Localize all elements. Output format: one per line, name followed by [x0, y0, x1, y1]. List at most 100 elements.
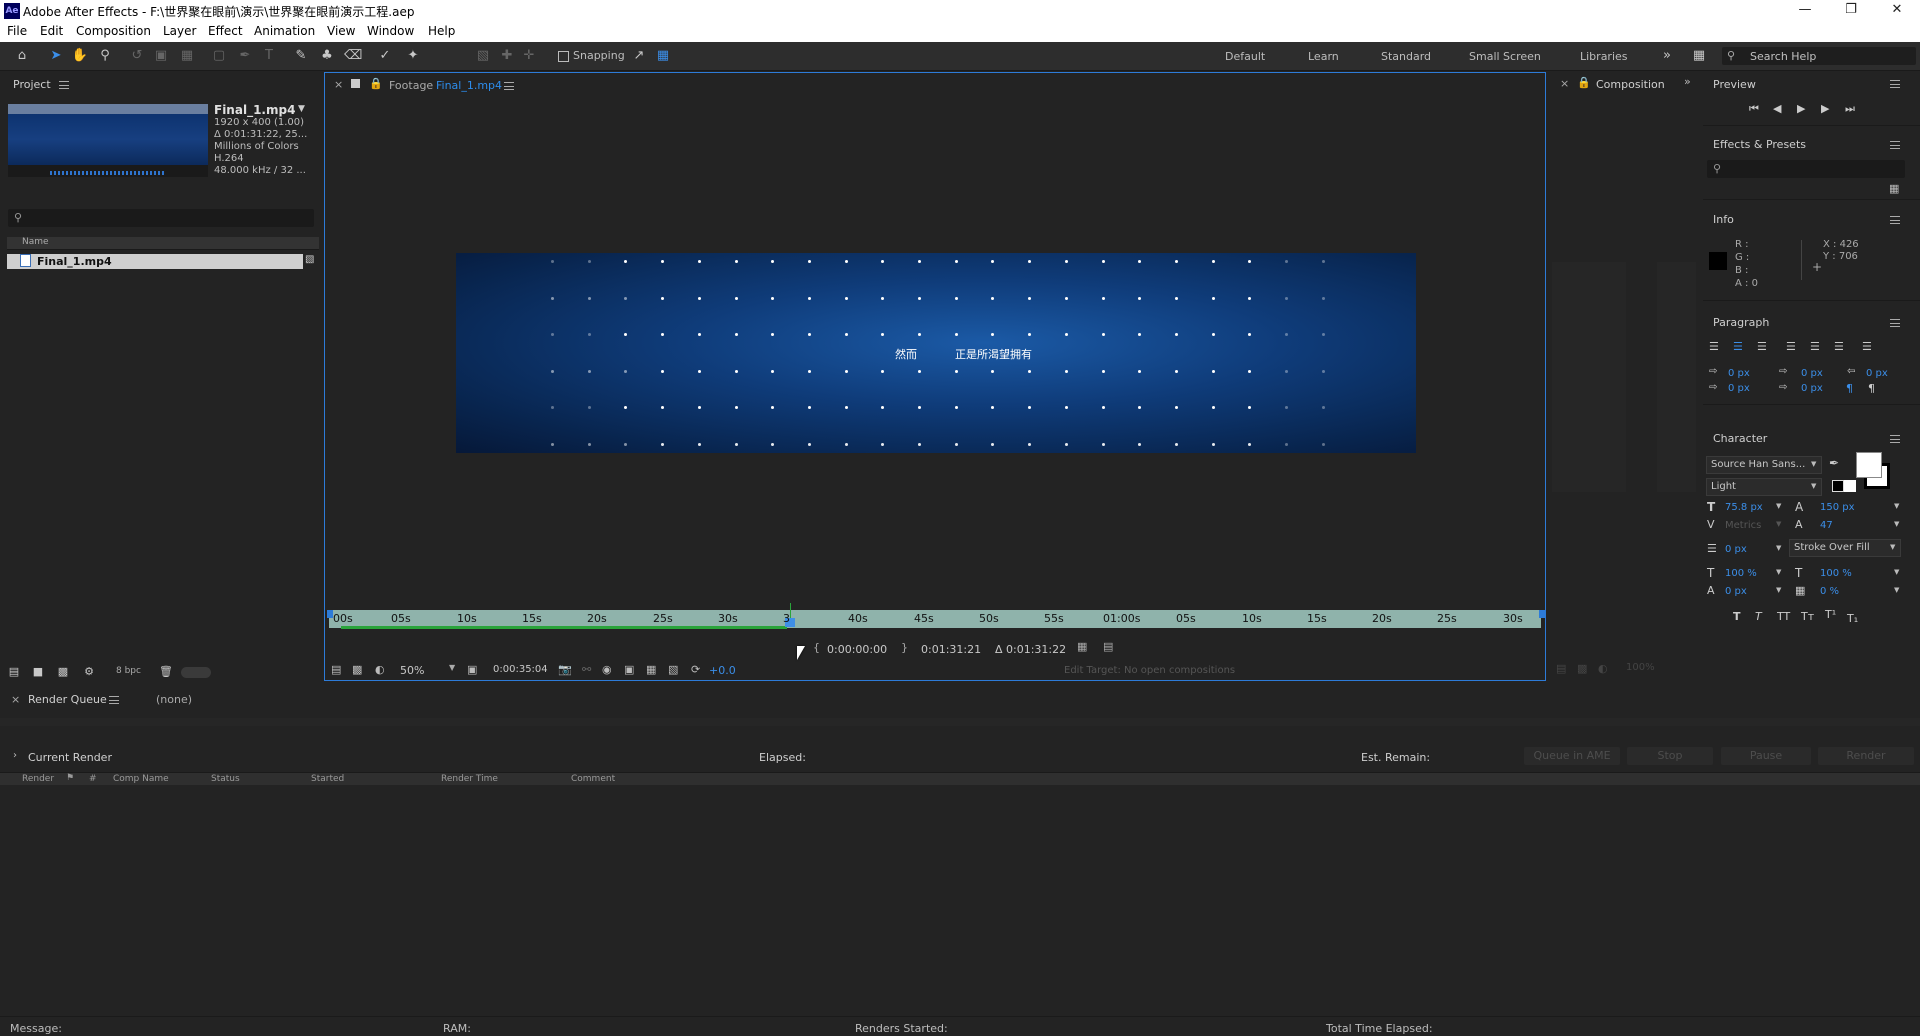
- faux-bold-icon[interactable]: T: [1733, 610, 1741, 623]
- last-frame-icon[interactable]: ⏭: [1845, 102, 1855, 116]
- col-started[interactable]: Started: [311, 774, 344, 784]
- info-menu-icon[interactable]: [1890, 216, 1900, 224]
- chevron-down-icon[interactable]: ▼: [1894, 502, 1899, 510]
- brush-tool-icon[interactable]: ✎: [292, 47, 310, 65]
- chevron-down-icon[interactable]: ▼: [1894, 568, 1899, 576]
- puppet-tool-icon[interactable]: ✦: [404, 47, 422, 65]
- pen-tool-icon[interactable]: ✒: [236, 47, 254, 65]
- footage-menu-icon[interactable]: [504, 82, 514, 90]
- home-icon[interactable]: ⌂: [13, 47, 31, 65]
- menu-layer[interactable]: Layer: [163, 24, 196, 38]
- world-axis-icon[interactable]: ✚: [498, 47, 516, 65]
- chevron-down-icon[interactable]: ▼: [1776, 544, 1781, 552]
- col-status[interactable]: Status: [211, 774, 240, 784]
- chevron-down-icon[interactable]: ▼: [1776, 568, 1781, 576]
- menu-composition[interactable]: Composition: [76, 24, 151, 38]
- new-preset-icon[interactable]: ▦: [1889, 182, 1899, 195]
- chevron-down-icon[interactable]: ▼: [1776, 586, 1781, 594]
- ltr-direction-icon[interactable]: ¶: [1846, 382, 1853, 395]
- new-folder-icon[interactable]: ■: [29, 663, 47, 681]
- project-search-input[interactable]: ⚲: [8, 209, 314, 227]
- close-tab-icon[interactable]: ×: [1560, 77, 1569, 90]
- fill-color-swatch[interactable]: [1856, 452, 1882, 478]
- pause-button[interactable]: Pause: [1721, 747, 1811, 765]
- rtl-direction-icon[interactable]: ¶: [1868, 382, 1875, 395]
- paragraph-menu-icon[interactable]: [1890, 319, 1900, 327]
- column-name-label[interactable]: Name: [22, 237, 49, 247]
- project-tab-label[interactable]: Project: [13, 78, 51, 91]
- flowchart-icon[interactable]: ▧: [305, 254, 314, 265]
- leading-value[interactable]: 150 px: [1820, 502, 1855, 513]
- vertical-scale-value[interactable]: 100 %: [1725, 568, 1757, 579]
- monitor-icon[interactable]: ▩: [1577, 662, 1587, 675]
- col-comment[interactable]: Comment: [571, 774, 615, 784]
- roto-brush-tool-icon[interactable]: ✓: [376, 47, 394, 65]
- first-line-indent-value[interactable]: 0 px: [1728, 383, 1750, 394]
- reset-exposure-icon[interactable]: ⟳: [691, 663, 700, 676]
- superscript-icon[interactable]: T¹: [1825, 608, 1836, 621]
- minimize-icon[interactable]: —: [1782, 0, 1828, 22]
- render-queue-menu-icon[interactable]: [109, 696, 119, 704]
- search-help-field[interactable]: ⚲ Search Help: [1722, 47, 1916, 65]
- monitor-icon[interactable]: ▩: [352, 663, 362, 676]
- small-caps-icon[interactable]: Tт: [1801, 610, 1814, 623]
- workspace-small-screen[interactable]: Small Screen: [1469, 50, 1541, 63]
- baseline-shift-value[interactable]: 0 px: [1725, 586, 1747, 597]
- font-style-select[interactable]: Light ▼: [1706, 478, 1822, 496]
- exposure-value[interactable]: +0.0: [709, 664, 736, 677]
- always-preview-icon[interactable]: ▤: [331, 663, 341, 676]
- stroke-mode-select[interactable]: Stroke Over Fill ▼: [1789, 539, 1901, 557]
- black-swatch[interactable]: [1832, 480, 1844, 492]
- effects-menu-icon[interactable]: [1890, 141, 1900, 149]
- item-dropdown-icon[interactable]: ▼: [298, 104, 305, 114]
- current-time-display[interactable]: 0:00:35:04: [493, 664, 548, 675]
- camera-tool-icon[interactable]: ▣: [152, 47, 170, 65]
- stroke-width-value[interactable]: 0 px: [1725, 544, 1747, 555]
- bit-depth-label[interactable]: 8 bpc: [116, 666, 141, 676]
- justify-center-icon[interactable]: ☰: [1810, 340, 1820, 353]
- tracking-value[interactable]: 47: [1820, 520, 1833, 531]
- mask-visibility-icon[interactable]: ◐: [375, 663, 385, 676]
- col-render-time[interactable]: Render Time: [441, 774, 498, 784]
- interpret-footage-icon[interactable]: ▤: [5, 663, 23, 681]
- hand-tool-icon[interactable]: ✋: [71, 47, 89, 65]
- view-axis-icon[interactable]: ✛: [520, 47, 538, 65]
- workspace-libraries[interactable]: Libraries: [1580, 50, 1628, 63]
- align-right-icon[interactable]: ☰: [1757, 340, 1767, 353]
- pan-behind-tool-icon[interactable]: ▦: [178, 47, 196, 65]
- lock-icon[interactable]: 🔒: [369, 77, 383, 90]
- set-out-point-icon[interactable]: }: [901, 641, 908, 654]
- effects-search-input[interactable]: ⚲: [1707, 160, 1905, 178]
- first-frame-icon[interactable]: ⏮: [1749, 102, 1759, 116]
- character-menu-icon[interactable]: [1890, 435, 1900, 443]
- ripple-insert-edit-icon[interactable]: ▦: [1077, 640, 1087, 653]
- chevron-down-icon[interactable]: ▼: [1776, 520, 1781, 528]
- menu-edit[interactable]: Edit: [40, 24, 63, 38]
- render-button[interactable]: Render: [1818, 747, 1914, 765]
- project-file-row[interactable]: Final_1.mp4: [7, 254, 303, 269]
- project-settings-icon[interactable]: ⚙: [80, 663, 98, 681]
- eyedropper-icon[interactable]: ✒: [1829, 456, 1839, 470]
- trash-icon[interactable]: 🗑: [157, 663, 175, 681]
- col-number[interactable]: #: [89, 774, 97, 784]
- close-tab-icon[interactable]: ×: [334, 78, 343, 91]
- transparency-grid-icon[interactable]: ▦: [646, 663, 656, 676]
- none-tab[interactable]: (none): [156, 693, 192, 706]
- space-after-value[interactable]: 0 px: [1801, 383, 1823, 394]
- magnification-select[interactable]: 50%: [400, 664, 424, 677]
- zoom-tool-icon[interactable]: ⚲: [96, 47, 114, 65]
- chevron-right-icon[interactable]: ›: [13, 750, 17, 761]
- footage-tab-label[interactable]: Footage: [389, 79, 433, 92]
- composition-tab-label[interactable]: Composition: [1596, 78, 1665, 91]
- faux-italic-icon[interactable]: T: [1755, 610, 1762, 623]
- local-axis-icon[interactable]: ▧: [474, 47, 492, 65]
- col-comp-name[interactable]: Comp Name: [113, 774, 169, 784]
- render-queue-tab[interactable]: Render Queue: [28, 693, 107, 706]
- align-left-icon[interactable]: ☰: [1709, 340, 1719, 353]
- more-panels-icon[interactable]: »: [1684, 75, 1691, 88]
- chevron-down-icon[interactable]: ▼: [1894, 520, 1899, 528]
- font-size-value[interactable]: 75.8 px: [1725, 502, 1763, 513]
- subscript-icon[interactable]: T₁: [1847, 612, 1858, 625]
- always-preview-icon[interactable]: ▤: [1556, 662, 1566, 675]
- snapshot-icon[interactable]: 📷: [558, 663, 572, 676]
